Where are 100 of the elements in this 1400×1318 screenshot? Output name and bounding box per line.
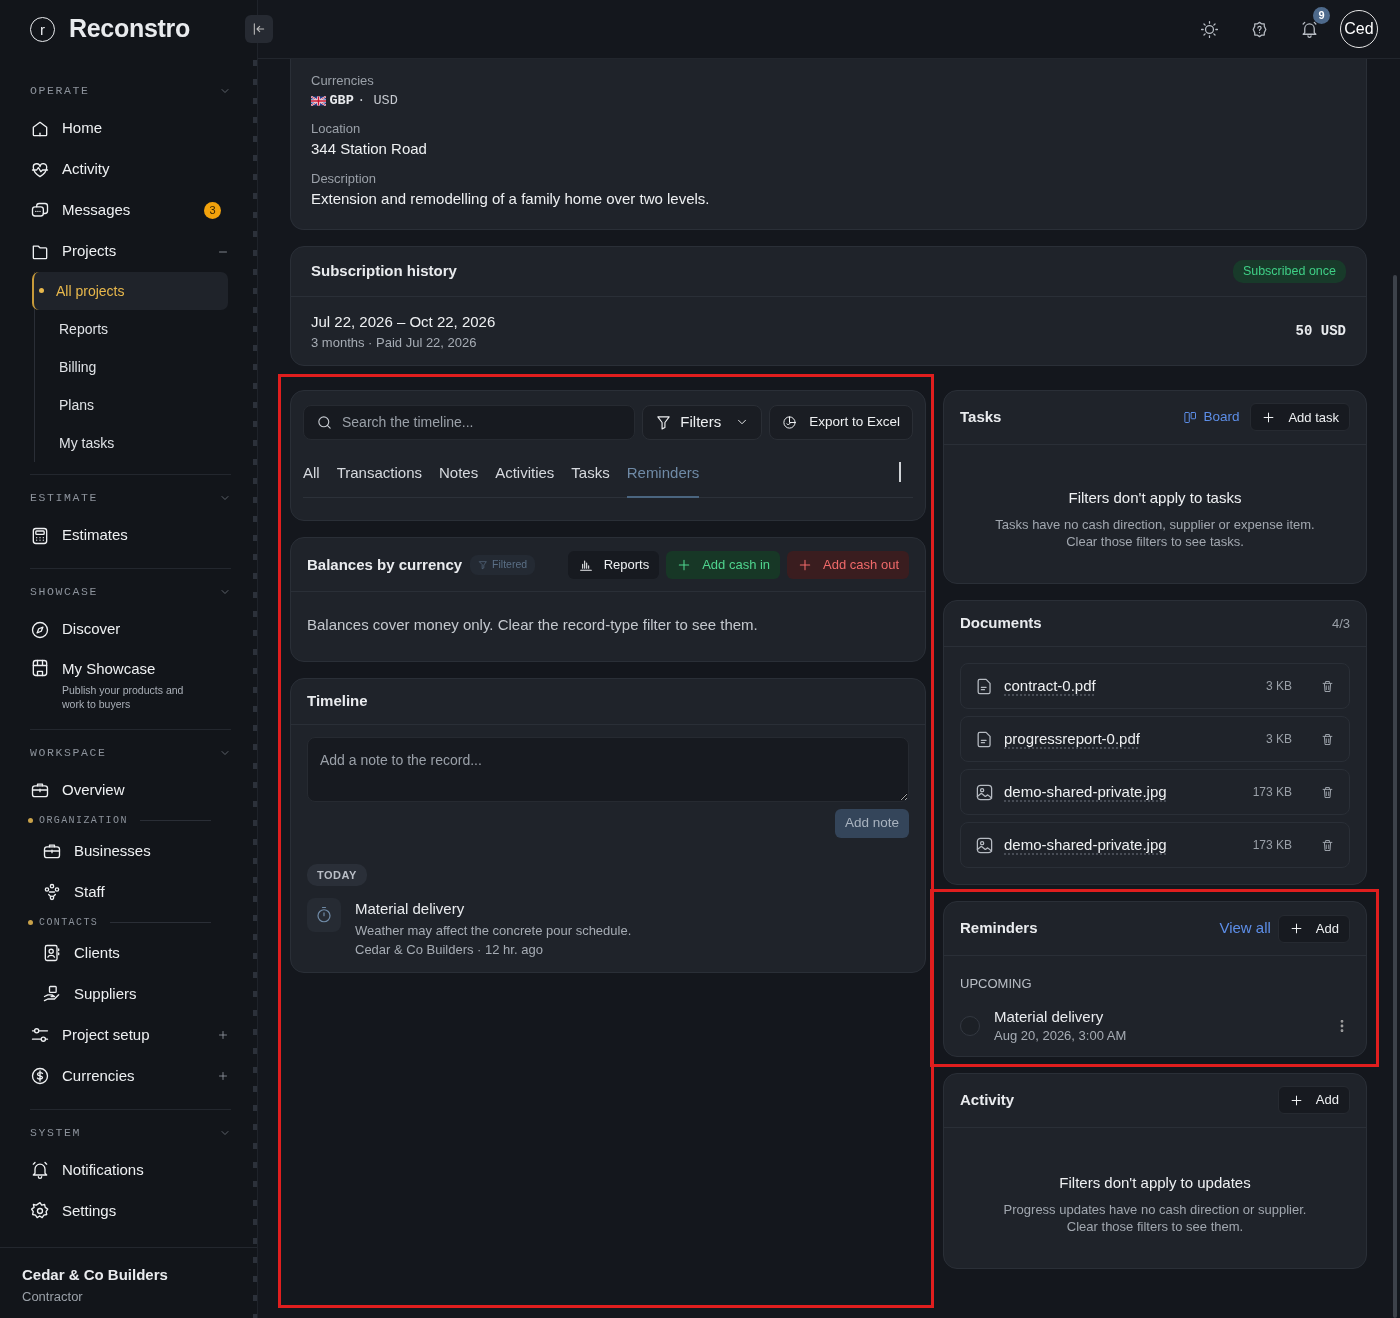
- document-row[interactable]: demo-shared-private.jpg 173 KB: [960, 822, 1350, 869]
- empty-text: Tasks have no cash direction, supplier or expense item. Clear those filters to see tasks.: [995, 517, 1315, 552]
- filter-tab[interactable]: Reminders: [626, 461, 700, 499]
- filter-tab[interactable]: All: [303, 461, 320, 499]
- document-name[interactable]: progressreport-0.pdf: [1004, 727, 1140, 751]
- account-name: Cedar & Co Builders: [22, 1265, 169, 1285]
- app-name: Reconstro: [69, 13, 190, 45]
- bell-icon: [30, 1160, 50, 1181]
- nav-item[interactable]: Activity: [30, 149, 231, 190]
- nav-item[interactable]: Suppliers: [30, 973, 231, 1015]
- field-label: Description: [311, 169, 378, 188]
- entry-text: Weather may affect the concrete pour schedule.: [355, 921, 632, 940]
- add-button[interactable]: Add: [1277, 1086, 1350, 1115]
- document-row[interactable]: contract-0.pdf 3 KB: [960, 663, 1350, 710]
- empty-title: Filters don't apply to tasks: [1067, 487, 1243, 508]
- document-icon: [975, 676, 994, 696]
- nav-item[interactable]: Overview: [30, 769, 231, 811]
- file-size: 173 KB: [1252, 784, 1292, 802]
- subscription-period: Jul 22, 2026 – Oct 22, 2026: [311, 311, 496, 332]
- flag-icon: [311, 95, 326, 106]
- card-title: Subscription history: [311, 261, 457, 281]
- filter-tab[interactable]: Notes: [439, 461, 479, 499]
- account-role: Contractor: [22, 1287, 84, 1306]
- nav-subitem[interactable]: Reports: [35, 310, 231, 348]
- expand-icon[interactable]: [217, 1070, 229, 1083]
- filter-icon: [478, 559, 489, 570]
- nav-item[interactable]: Notifications: [30, 1149, 231, 1191]
- status-badge: Subscribed once: [1232, 259, 1346, 283]
- nav-item[interactable]: Home: [30, 108, 231, 149]
- card-title: Reminders: [960, 918, 1038, 939]
- nav-item[interactable]: Project setup: [30, 1014, 231, 1056]
- nav-subitem[interactable]: All projects: [32, 272, 228, 310]
- expand-icon[interactable]: [217, 1029, 229, 1042]
- storefront-icon: [30, 658, 50, 678]
- export-button[interactable]: Export to Excel: [769, 404, 913, 440]
- filters-button[interactable]: Filters: [642, 404, 763, 440]
- trash-icon: [1320, 837, 1335, 853]
- nav-item[interactable]: Projects: [30, 231, 231, 272]
- reminder-checkbox[interactable]: [960, 1015, 980, 1036]
- filter-tab[interactable]: Transactions: [336, 461, 422, 499]
- card-title: Balances by currency: [307, 554, 463, 575]
- dollar-icon: [30, 1066, 50, 1087]
- nav-subitem[interactable]: My tasks: [35, 424, 231, 462]
- view-all-link[interactable]: View all: [1219, 917, 1271, 940]
- reminder-title: Material delivery: [994, 1006, 1105, 1027]
- document-name[interactable]: contract-0.pdf: [1004, 674, 1096, 698]
- section-heading: WORKSPACE: [30, 745, 107, 762]
- trash-icon: [1320, 731, 1335, 747]
- delete-button[interactable]: [1320, 678, 1335, 694]
- image-icon: [975, 782, 994, 802]
- section-heading: OPERATE: [30, 83, 90, 100]
- section-heading: ESTIMATE: [30, 490, 98, 507]
- nav-item[interactable]: Messages 3: [30, 190, 231, 231]
- reports-button[interactable]: Reports: [567, 550, 660, 579]
- collapse-icon: [251, 21, 267, 37]
- file-size: 173 KB: [1252, 837, 1292, 855]
- search-field[interactable]: Search the timeline...: [303, 404, 636, 440]
- empty-text: Progress updates have no cash direction or supplier. Clear those filters to see them.: [1002, 1202, 1308, 1236]
- nav-item[interactable]: Estimates: [30, 515, 231, 556]
- empty-title: Filters don't apply to updates: [1058, 1172, 1252, 1193]
- nav-subitem[interactable]: Billing: [35, 348, 231, 386]
- nav-item[interactable]: Currencies: [30, 1055, 231, 1097]
- field-value: Extension and remodelling of a family home over two levels.: [311, 189, 711, 210]
- add-cash-in-button[interactable]: Add cash in: [666, 550, 781, 579]
- add-cash-out-button[interactable]: Add cash out: [787, 550, 909, 579]
- nav-item[interactable]: My Showcase Publish your products and work to buyers: [30, 650, 231, 717]
- file-size: 3 KB: [1266, 731, 1292, 749]
- document-name[interactable]: demo-shared-private.jpg: [1004, 833, 1167, 857]
- delete-button[interactable]: [1320, 837, 1335, 853]
- plus-icon: [1288, 1092, 1304, 1108]
- filter-tab[interactable]: Tasks: [571, 461, 610, 499]
- trash-icon: [1320, 784, 1335, 800]
- nav-item[interactable]: Clients: [30, 932, 231, 974]
- delete-button[interactable]: [1320, 731, 1335, 747]
- plus-icon: [1288, 921, 1304, 937]
- notification-count: 9: [1313, 6, 1330, 24]
- nav-subitem[interactable]: Plans: [35, 386, 231, 424]
- document-row[interactable]: demo-shared-private.jpg 173 KB: [960, 769, 1350, 816]
- people-icon: [42, 882, 62, 903]
- group-heading: ORGANIZATION: [39, 814, 128, 829]
- empty-message: Balances cover money only. Clear the record-type filter to see them.: [306, 615, 759, 636]
- nav-item[interactable]: Settings: [30, 1190, 231, 1232]
- card-title: Timeline: [307, 691, 368, 711]
- add-button[interactable]: Add: [1277, 914, 1350, 943]
- nav-item[interactable]: Staff: [30, 871, 231, 913]
- delete-button[interactable]: [1320, 784, 1335, 800]
- note-field[interactable]: Add a note to the record...: [307, 736, 909, 802]
- trash-icon: [1320, 678, 1335, 694]
- nav-item[interactable]: Businesses: [30, 830, 231, 872]
- collapse-sidebar-button[interactable]: [245, 15, 273, 43]
- board-link[interactable]: Board: [1183, 407, 1240, 428]
- scrollbar[interactable]: [1393, 275, 1397, 1318]
- subscription-meta: 3 months · Paid Jul 22, 2026: [311, 334, 478, 353]
- currency-code: GBP: [329, 91, 354, 110]
- count-badge: 3: [204, 202, 221, 219]
- document-row[interactable]: progressreport-0.pdf 3 KB: [960, 716, 1350, 763]
- add-button[interactable]: Add task: [1250, 403, 1350, 432]
- nav-item[interactable]: Discover: [30, 609, 231, 650]
- filter-tab[interactable]: Activities: [495, 461, 555, 499]
- document-name[interactable]: demo-shared-private.jpg: [1004, 780, 1167, 804]
